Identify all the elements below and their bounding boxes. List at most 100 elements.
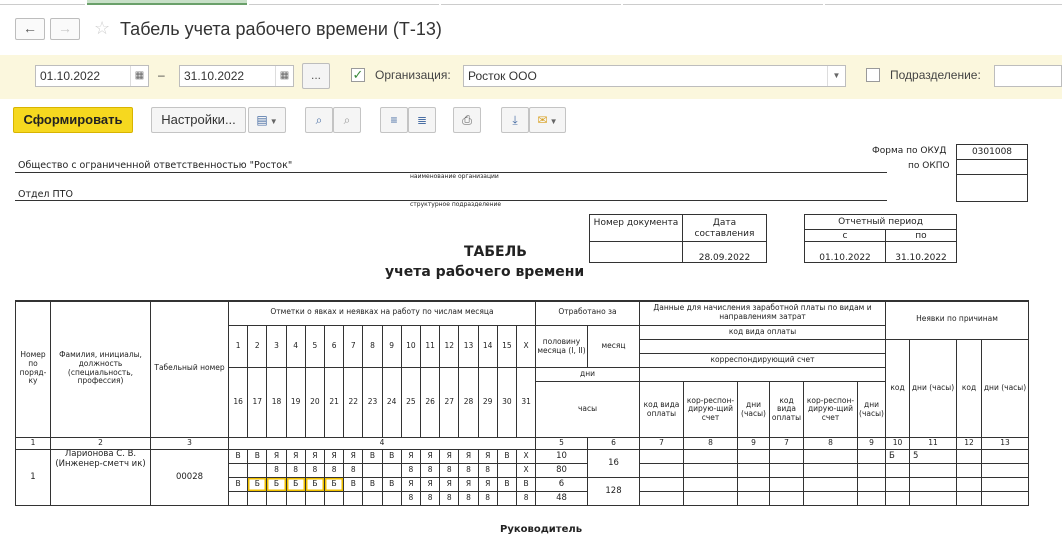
day-header-bottom: 23 xyxy=(363,368,383,438)
chevron-down-icon: ▼ xyxy=(269,117,278,126)
period-to-value: 31.10.2022 xyxy=(885,241,957,263)
doc-number-label: Номер документа xyxy=(589,214,683,242)
absence-cell: 5 xyxy=(910,450,957,464)
date-from-field[interactable]: 01.10.2022 ▦ xyxy=(35,65,149,87)
day-header-top: 7 xyxy=(344,326,364,368)
day-header-top: 3 xyxy=(267,326,287,368)
organization-label: Организация: xyxy=(375,68,451,82)
forward-button[interactable]: → xyxy=(50,18,80,40)
tab-strip-segment[interactable] xyxy=(825,0,1062,5)
day-mark xyxy=(248,492,268,506)
department-select[interactable] xyxy=(994,65,1062,87)
day-mark: Я xyxy=(305,450,325,464)
report-variants-button[interactable]: ▤ ▼ xyxy=(248,107,286,133)
day-mark: 8 xyxy=(267,464,287,478)
col-header-blank xyxy=(640,368,886,382)
salary-cell xyxy=(804,450,858,464)
day-header-top: Х xyxy=(517,326,537,368)
organization-checkbox[interactable]: ✓ xyxy=(351,68,365,82)
day-header-top: 10 xyxy=(401,326,421,368)
absence-cell xyxy=(982,464,1029,478)
expand-groups-button[interactable]: ≣ xyxy=(408,107,436,133)
day-mark: 8 xyxy=(401,492,421,506)
column-number: 8 xyxy=(684,438,738,450)
day-header-top: 13 xyxy=(459,326,479,368)
tab-strip-segment[interactable] xyxy=(441,0,621,5)
date-separator: – xyxy=(158,68,165,82)
column-number: 2 xyxy=(51,438,151,450)
absence-cell xyxy=(886,478,910,492)
day-mark: Х xyxy=(517,450,537,464)
column-number: 13 xyxy=(982,438,1029,450)
department-checkbox[interactable] xyxy=(866,68,880,82)
day-header-bottom: 17 xyxy=(248,368,268,438)
col-header-abs-days: дни (часы) xyxy=(910,340,957,438)
salary-cell xyxy=(858,464,886,478)
col-header-number: Номер по поряд-ку xyxy=(16,300,51,438)
calendar-icon[interactable]: ▦ xyxy=(275,66,293,86)
day-mark xyxy=(229,492,249,506)
report-heading: ТАБЕЛЬ xyxy=(464,244,527,260)
back-button[interactable]: ← xyxy=(15,18,45,40)
month-hours: 128 xyxy=(588,478,640,506)
col-header-salary-sub: код вида оплаты xyxy=(640,382,684,438)
day-header-bottom: 18 xyxy=(267,368,287,438)
day-mark: 8 xyxy=(344,464,364,478)
day-mark: Я xyxy=(401,478,421,492)
column-number: 6 xyxy=(588,438,640,450)
day-mark: В xyxy=(382,478,402,492)
search-next-button[interactable]: ⌕ xyxy=(333,107,361,133)
tab-strip-segment[interactable] xyxy=(623,0,823,5)
send-mail-button[interactable]: ✉ ▼ xyxy=(529,107,566,133)
doc-number-value xyxy=(589,241,683,263)
organization-select[interactable]: Росток ООО ▼ xyxy=(463,65,846,87)
day-header-bottom: 29 xyxy=(478,368,498,438)
save-button[interactable]: ⤓ xyxy=(501,107,529,133)
print-button[interactable]: ⎙ xyxy=(453,107,481,133)
day-mark: В xyxy=(229,478,249,492)
top-tab-strip xyxy=(0,0,1062,8)
salary-cell xyxy=(804,492,858,506)
day-mark xyxy=(497,492,517,506)
organization-name: Общество с ограниченной ответственностью… xyxy=(18,160,293,171)
calendar-icon[interactable]: ▦ xyxy=(130,66,148,86)
day-mark xyxy=(382,464,402,478)
print-icon: ⎙ xyxy=(462,113,472,127)
column-number: 7 xyxy=(640,438,684,450)
okud-value: 0301008 xyxy=(956,144,1028,160)
tab-strip-segment[interactable] xyxy=(249,0,439,5)
day-mark: Б xyxy=(325,478,345,492)
col-header-salary-sub: дни (часы) xyxy=(738,382,770,438)
tab-strip-segment[interactable] xyxy=(0,0,85,5)
tab-strip-active[interactable] xyxy=(87,0,247,5)
favorite-star-icon[interactable]: ☆ xyxy=(94,18,110,39)
chevron-down-icon[interactable]: ▼ xyxy=(827,66,845,86)
day-header-top: 8 xyxy=(363,326,383,368)
dept-caption: структурное подразделение xyxy=(410,201,502,208)
day-header-top: 1 xyxy=(229,326,249,368)
salary-cell xyxy=(684,478,738,492)
day-mark: В xyxy=(363,450,383,464)
settings-button[interactable]: Настройки... xyxy=(151,107,246,133)
col-header-abs-code: код xyxy=(886,340,910,438)
collapse-groups-button[interactable]: ≡ xyxy=(380,107,408,133)
column-number: 4 xyxy=(229,438,536,450)
day-mark xyxy=(286,492,306,506)
period-select-button[interactable]: ... xyxy=(302,63,330,89)
day-mark xyxy=(363,492,383,506)
day-header-bottom: 20 xyxy=(305,368,325,438)
day-mark: Б xyxy=(305,478,325,492)
day-mark: Б xyxy=(248,478,268,492)
head-label: Руководитель xyxy=(500,524,583,535)
col-header-salary-sub: коp-респон-дирую-щий счет xyxy=(804,382,858,438)
salary-cell xyxy=(684,492,738,506)
search-button[interactable]: ⌕ xyxy=(305,107,333,133)
day-mark: 8 xyxy=(478,464,498,478)
day-mark xyxy=(305,492,325,506)
org-caption: наименование организации xyxy=(410,173,499,180)
generate-button[interactable]: Сформировать xyxy=(13,107,133,133)
salary-cell xyxy=(858,492,886,506)
date-to-field[interactable]: 31.10.2022 ▦ xyxy=(179,65,294,87)
absence-cell xyxy=(957,492,982,506)
variants-icon: ▤ xyxy=(256,113,268,127)
